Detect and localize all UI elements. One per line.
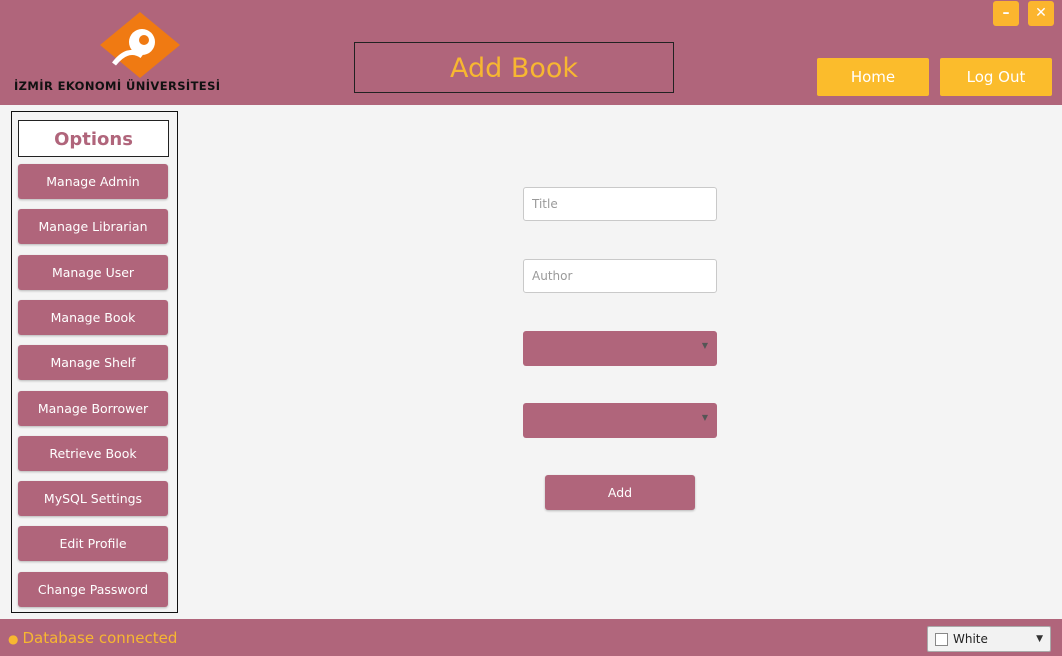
sidebar-item-mysql-settings[interactable]: MySQL Settings (18, 481, 168, 516)
chevron-down-icon: ▼ (1036, 634, 1043, 644)
sidebar-item-retrieve-book[interactable]: Retrieve Book (18, 436, 168, 471)
shelf-select[interactable]: ▼ (523, 403, 717, 438)
sidebar-item-manage-librarian[interactable]: Manage Librarian (18, 209, 168, 244)
minimize-button[interactable]: – (993, 1, 1019, 26)
chevron-down-icon: ▼ (701, 413, 708, 422)
status-bar: ● Database connected (0, 619, 1062, 656)
connection-status: ● Database connected (8, 629, 177, 647)
options-header: Options (18, 120, 169, 157)
add-button[interactable]: Add (545, 475, 695, 510)
sidebar-item-manage-shelf[interactable]: Manage Shelf (18, 345, 168, 380)
sidebar-item-manage-borrower[interactable]: Manage Borrower (18, 391, 168, 426)
category-select[interactable]: ▼ (523, 331, 717, 366)
theme-value: White (953, 632, 988, 646)
home-button[interactable]: Home (817, 58, 929, 96)
title-input[interactable] (523, 187, 717, 221)
sidebar-item-manage-user[interactable]: Manage User (18, 255, 168, 290)
sidebar-item-manage-admin[interactable]: Manage Admin (18, 164, 168, 199)
top-bar: İZMİR EKONOMİ ÜNİVERSİTESİ Add Book – ✕ … (0, 0, 1062, 105)
close-button[interactable]: ✕ (1028, 1, 1054, 26)
theme-checkbox[interactable] (935, 633, 948, 646)
page-title: Add Book (449, 53, 579, 84)
sidebar-item-manage-book[interactable]: Manage Book (18, 300, 168, 335)
university-name: İZMİR EKONOMİ ÜNİVERSİTESİ (14, 79, 221, 93)
author-input[interactable] (523, 259, 717, 293)
status-dot-icon: ● (8, 632, 19, 646)
page-title-box: Add Book (354, 42, 674, 93)
options-sidebar: Options Manage Admin Manage Librarian Ma… (11, 111, 178, 613)
theme-select[interactable]: White ▼ (927, 626, 1051, 652)
options-title: Options (54, 129, 133, 150)
university-logo: İZMİR EKONOMİ ÜNİVERSİTESİ (14, 12, 264, 96)
university-logo-icon (100, 12, 180, 78)
chevron-down-icon: ▼ (701, 341, 708, 350)
logout-button[interactable]: Log Out (940, 58, 1052, 96)
sidebar-item-edit-profile[interactable]: Edit Profile (18, 526, 168, 561)
status-text: Database connected (22, 629, 178, 647)
sidebar-item-change-password[interactable]: Change Password (18, 572, 168, 607)
